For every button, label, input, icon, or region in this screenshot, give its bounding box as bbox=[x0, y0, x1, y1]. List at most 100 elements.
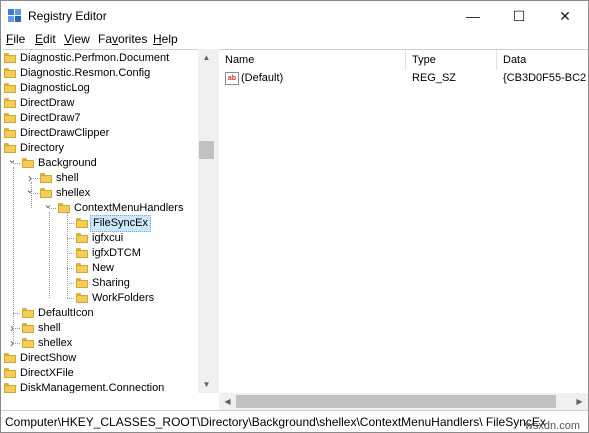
tree-item[interactable]: igfxDTCM bbox=[3, 246, 199, 261]
tree-vertical-scrollbar[interactable]: ▲ ▼ bbox=[198, 49, 215, 393]
menu-file[interactable]: File bbox=[6, 32, 25, 46]
menu-view[interactable]: View bbox=[64, 32, 90, 46]
column-header-name[interactable]: Name bbox=[219, 50, 406, 70]
menu-edit[interactable]: Edit bbox=[35, 32, 56, 46]
tree-item[interactable]: Directory bbox=[3, 141, 199, 156]
tree-item-label: Background bbox=[38, 157, 97, 169]
scroll-up-icon[interactable]: ▲ bbox=[198, 49, 215, 66]
tree-item-label: DirectDraw7 bbox=[20, 112, 81, 124]
tree-item[interactable]: DirectDrawClipper bbox=[3, 126, 199, 141]
tree-item-label: Diagnostic.Resmon.Config bbox=[20, 67, 151, 79]
tree-item[interactable]: DirectXFile bbox=[3, 366, 199, 381]
tree-item[interactable]: DiagnosticLog bbox=[3, 81, 199, 96]
tree-item[interactable]: igfxcui bbox=[3, 231, 199, 246]
folder-icon bbox=[76, 263, 88, 273]
list-horizontal-scrollbar[interactable]: ◀ ▶ bbox=[219, 393, 588, 410]
folder-icon bbox=[4, 98, 16, 108]
tree-bottom-area bbox=[3, 393, 215, 410]
tree-item[interactable]: DirectDraw7 bbox=[3, 111, 199, 126]
tree-item[interactable]: WorkFolders bbox=[3, 291, 199, 306]
folder-icon bbox=[4, 83, 16, 93]
minimize-button[interactable]: — bbox=[450, 1, 496, 31]
tree-item-label: Directory bbox=[20, 142, 65, 154]
folder-icon bbox=[4, 53, 16, 63]
folder-icon bbox=[4, 128, 16, 138]
tree-item[interactable]: › shell bbox=[3, 321, 199, 336]
folder-icon bbox=[4, 353, 16, 363]
folder-icon bbox=[22, 308, 34, 318]
tree-connector bbox=[31, 182, 32, 208]
tree-connector bbox=[13, 167, 14, 343]
tree-item-label: Diagnostic.Perfmon.Document bbox=[20, 52, 170, 64]
tree-item[interactable]: Diagnostic.Perfmon.Document bbox=[3, 51, 199, 66]
close-button[interactable]: ✕ bbox=[542, 1, 588, 31]
value-row[interactable]: ab (Default) REG_SZ {CB3D0F55-BC2 bbox=[219, 70, 588, 87]
folder-icon bbox=[22, 158, 34, 168]
tree-item[interactable]: DirectDraw bbox=[3, 96, 199, 111]
value-type: REG_SZ bbox=[412, 72, 457, 84]
scroll-thumb[interactable] bbox=[236, 395, 556, 408]
scroll-thumb[interactable] bbox=[199, 141, 214, 159]
title-bar[interactable]: Registry Editor — ☐ ✕ bbox=[1, 1, 588, 31]
folder-icon bbox=[76, 293, 88, 303]
registry-tree[interactable]: Diagnostic.Perfmon.Document Diagnostic.Re… bbox=[3, 49, 215, 394]
folder-icon bbox=[4, 68, 16, 78]
tree-item[interactable]: ⌄ shellex bbox=[3, 185, 199, 201]
tree-item-label: FileSyncEx bbox=[90, 215, 152, 232]
folder-icon bbox=[58, 203, 70, 213]
registry-editor-icon bbox=[8, 9, 21, 22]
tree-item-label: igfxcui bbox=[92, 232, 124, 244]
tree-item-label: igfxDTCM bbox=[92, 247, 141, 259]
tree-item[interactable]: Diagnostic.Resmon.Config bbox=[3, 66, 199, 81]
scroll-down-icon[interactable]: ▼ bbox=[198, 376, 215, 393]
values-list[interactable]: Name Type Data ab (Default) REG_SZ {CB3D… bbox=[219, 49, 588, 394]
tree-item[interactable]: DirectShow bbox=[3, 351, 199, 366]
tree-item-label: New bbox=[92, 262, 115, 274]
column-header-type[interactable]: Type bbox=[406, 50, 497, 70]
folder-icon bbox=[4, 143, 16, 153]
column-header-data[interactable]: Data bbox=[497, 50, 588, 70]
folder-icon bbox=[40, 173, 52, 183]
tree-item-label: shellex bbox=[38, 337, 73, 349]
tree-connector bbox=[49, 212, 50, 298]
folder-icon bbox=[4, 113, 16, 123]
tree-item-label: ContextMenuHandlers bbox=[74, 202, 184, 214]
tree-item-label: shellex bbox=[56, 187, 91, 199]
status-bar: Computer\HKEY_CLASSES_ROOT\Directory\Bac… bbox=[1, 410, 588, 432]
value-data: {CB3D0F55-BC2 bbox=[503, 72, 587, 84]
folder-icon bbox=[40, 188, 52, 198]
registry-editor-window: Registry Editor — ☐ ✕ File Edit View Favori… bbox=[0, 0, 589, 433]
menu-favorites[interactable]: Favorites bbox=[98, 32, 147, 46]
folder-icon bbox=[76, 278, 88, 288]
tree-item-label: Sharing bbox=[92, 277, 130, 289]
maximize-button[interactable]: ☐ bbox=[496, 1, 542, 31]
folder-icon bbox=[22, 338, 34, 348]
menu-help[interactable]: Help bbox=[153, 32, 178, 46]
folder-icon bbox=[4, 383, 16, 393]
tree-item[interactable]: Sharing bbox=[3, 276, 199, 291]
tree-item[interactable]: ⌄ Background bbox=[3, 155, 199, 171]
minimize-icon: — bbox=[466, 8, 480, 24]
scroll-left-icon[interactable]: ◀ bbox=[219, 393, 236, 410]
tree-item-label: DiagnosticLog bbox=[20, 82, 90, 94]
registry-path: Computer\HKEY_CLASSES_ROOT\Directory\Bac… bbox=[5, 415, 546, 429]
tree-item[interactable]: DefaultIcon bbox=[3, 306, 199, 321]
tree-connector bbox=[67, 212, 68, 298]
tree-item-label: shell bbox=[38, 322, 61, 334]
folder-icon bbox=[76, 248, 88, 258]
tree-item-label: DirectXFile bbox=[20, 367, 74, 379]
tree-item-label: DirectDraw bbox=[20, 97, 75, 109]
tree-item[interactable]: New bbox=[3, 261, 199, 276]
value-name: (Default) bbox=[241, 72, 284, 84]
tree-item-label: DefaultIcon bbox=[38, 307, 94, 319]
scroll-right-icon[interactable]: ▶ bbox=[571, 393, 588, 410]
folder-icon bbox=[22, 323, 34, 333]
string-value-icon: ab bbox=[225, 72, 239, 85]
tree-item[interactable]: ⌄ ContextMenuHandlers bbox=[3, 200, 199, 216]
tree-item-label: WorkFolders bbox=[92, 292, 155, 304]
maximize-icon: ☐ bbox=[512, 7, 526, 24]
watermark: wsxdn.com bbox=[524, 420, 580, 432]
tree-item[interactable]: › shellex bbox=[3, 336, 199, 351]
tree-item-label: shell bbox=[56, 172, 79, 184]
tree-item[interactable]: FileSyncEx bbox=[3, 215, 199, 232]
